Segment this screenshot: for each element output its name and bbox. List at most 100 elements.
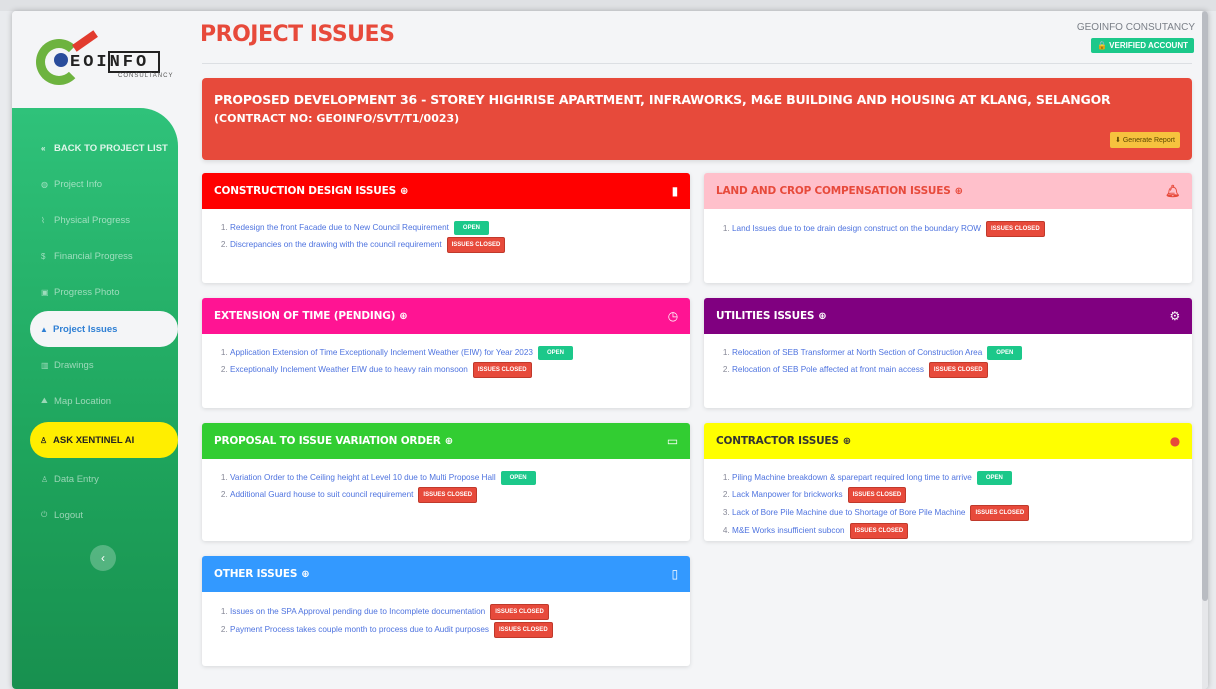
issue-item[interactable]: Land Issues due to toe drain design cons…	[732, 221, 1192, 237]
file-icon: ▯	[671, 567, 679, 581]
sidebar-item-ask-xentinel-ai[interactable]: ♙ ASK XENTINEL AI	[30, 422, 178, 458]
card-title: OTHER ISSUES	[214, 568, 298, 580]
issue-item[interactable]: Issues on the SPA Approval pending due t…	[230, 604, 690, 620]
issue-item[interactable]: Discrepancies on the drawing with the co…	[230, 237, 690, 253]
card-header[interactable]: EXTENSION OF TIME (PENDING) ⊕ ◷	[202, 298, 690, 334]
sidebar-item-physical-progress[interactable]: ⌇ Physical Progress	[12, 202, 178, 238]
status-badge-open: OPEN	[453, 221, 489, 235]
issue-list: Variation Order to the Ceiling height at…	[202, 459, 690, 503]
user-icon: ♙	[41, 474, 49, 484]
card-variation-order: PROPOSAL TO ISSUE VARIATION ORDER ⊕ ▭ Va…	[202, 423, 690, 541]
sidebar-item-label: Drawings	[54, 359, 94, 371]
issue-list: Piling Machine breakdown & sparepart req…	[704, 459, 1192, 539]
issue-item[interactable]: Relocation of SEB Transformer at North S…	[732, 346, 1192, 360]
issue-item[interactable]: Lack Manpower for brickworksISSUES CLOSE…	[732, 487, 1192, 503]
card-header[interactable]: OTHER ISSUES ⊕ ▯	[202, 556, 690, 592]
sidebar-collapse-button[interactable]: ‹	[90, 545, 116, 571]
project-title: PROPOSED DEVELOPMENT 36 - STOREY HIGHRIS…	[214, 92, 1111, 107]
image-icon: ▣	[41, 287, 49, 297]
generate-report-button[interactable]: ⬇ Generate Report	[1110, 132, 1180, 148]
status-badge-closed: ISSUES CLOSED	[418, 487, 478, 503]
sidebar-item-data-entry[interactable]: ♙ Data Entry	[12, 461, 178, 497]
card-utilities-issues: UTILITIES ISSUES ⊕ ⚙ Relocation of SEB T…	[704, 298, 1192, 408]
card-contractor-issues: CONTRACTOR ISSUES ⊕ ● Piling Machine bre…	[704, 423, 1192, 541]
card-title: CONTRACTOR ISSUES	[716, 435, 839, 447]
card-title: PROPOSAL TO ISSUE VARIATION ORDER	[214, 435, 441, 447]
status-badge-open: OPEN	[500, 471, 536, 485]
logo-globe	[54, 53, 68, 67]
project-banner: PROPOSED DEVELOPMENT 36 - STOREY HIGHRIS…	[202, 78, 1192, 160]
magnifier-icon: ⊕	[954, 185, 963, 197]
map-location-icon: ⛰	[41, 396, 48, 405]
map-icon: ▮	[671, 184, 679, 198]
card-header[interactable]: LAND AND CROP COMPENSATION ISSUES ⊕ 🔔︎	[704, 173, 1192, 209]
power-icon: ⏻	[41, 510, 48, 519]
warning-icon: ▲	[40, 324, 48, 334]
sidebar-item-progress-photo[interactable]: ▣ Progress Photo	[12, 274, 178, 310]
sidebar-item-label: Progress Photo	[54, 286, 120, 298]
sidebar-item-label: Project Info	[54, 178, 103, 190]
sidebar-item-drawings[interactable]: ▥ Drawings	[12, 347, 178, 383]
dollar-icon: $	[41, 251, 46, 261]
clock-icon: ◷	[667, 309, 678, 323]
card-other-issues: OTHER ISSUES ⊕ ▯ Issues on the SPA Appro…	[202, 556, 690, 666]
status-badge-closed: ISSUES CLOSED	[446, 237, 506, 253]
sidebar-item-label: Data Entry	[54, 473, 99, 485]
page-title: PROJECT ISSUES	[200, 22, 395, 47]
main-content: PROJECT ISSUES GEOINFO CONSUTANCY 🔒 VERI…	[178, 11, 1208, 689]
card-header[interactable]: CONSTRUCTION DESIGN ISSUES ⊕ ▮	[202, 173, 690, 209]
issue-item[interactable]: Payment Process takes couple month to pr…	[230, 622, 690, 638]
issue-item[interactable]: M&E Works insufficient subconISSUES CLOS…	[732, 523, 1192, 539]
status-badge-closed: ISSUES CLOSED	[472, 362, 532, 378]
angles-left-icon: «	[41, 143, 46, 153]
chart-line-icon: ⌇	[41, 215, 45, 225]
app-window: EOINFO CONSULTANCY « BACK TO PROJECT LIS…	[12, 11, 1208, 689]
card-construction-design-issues: CONSTRUCTION DESIGN ISSUES ⊕ ▮ Redesign …	[202, 173, 690, 283]
user-circle-icon: ●	[1169, 434, 1180, 448]
user-secret-icon: ♙	[40, 435, 48, 445]
status-badge-open: OPEN	[537, 346, 573, 360]
sidebar-item-map-location[interactable]: ⛰ Map Location	[12, 383, 178, 419]
issue-item[interactable]: Exceptionally Inclement Weather EIW due …	[230, 362, 690, 378]
sidebar-item-label: Financial Progress	[54, 250, 133, 262]
sidebar-item-label: Logout	[54, 509, 84, 521]
issue-list: Redesign the front Facade due to New Cou…	[202, 209, 690, 253]
magnifier-icon: ⊕	[444, 435, 453, 447]
card-header[interactable]: CONTRACTOR ISSUES ⊕ ●	[704, 423, 1192, 459]
card-header[interactable]: UTILITIES ISSUES ⊕ ⚙	[704, 298, 1192, 334]
chevron-left-icon: ‹	[101, 551, 105, 565]
issue-item[interactable]: Lack of Bore Pile Machine due to Shortag…	[732, 505, 1192, 521]
scrollbar-thumb[interactable]	[1202, 11, 1208, 601]
issue-item[interactable]: Variation Order to the Ceiling height at…	[230, 471, 690, 485]
sidebar-item-project-issues[interactable]: ▲ Project Issues	[30, 311, 178, 347]
sidebar-item-back-to-project-list[interactable]: « BACK TO PROJECT LIST	[12, 130, 178, 166]
contract-number: (CONTRACT NO: GEOINFO/SVT/T1/0023)	[214, 112, 460, 125]
status-badge-closed: ISSUES CLOSED	[985, 221, 1045, 237]
company-logo: EOINFO CONSULTANCY	[36, 30, 172, 91]
card-header[interactable]: PROPOSAL TO ISSUE VARIATION ORDER ⊕ ▭	[202, 423, 690, 459]
issue-list: Application Extension of Time Exceptiona…	[202, 334, 690, 378]
issue-item[interactable]: Application Extension of Time Exceptiona…	[230, 346, 690, 360]
sidebar-item-logout[interactable]: ⏻ Logout	[12, 497, 178, 533]
money-bill-icon: ▭	[666, 434, 678, 448]
info-icon: ◍	[41, 179, 48, 189]
issue-item[interactable]: Redesign the front Facade due to New Cou…	[230, 221, 690, 235]
sidebar-item-project-info[interactable]: ◍ Project Info	[12, 166, 178, 202]
magnifier-icon: ⊕	[399, 185, 409, 197]
sidebar-item-label: Project Issues	[53, 323, 118, 335]
sidebar-item-financial-progress[interactable]: $ Financial Progress	[12, 238, 178, 274]
issue-item[interactable]: Additional Guard house to suit council r…	[230, 487, 690, 503]
window-top-strip	[0, 0, 1216, 11]
sidebar: EOINFO CONSULTANCY « BACK TO PROJECT LIS…	[12, 11, 178, 689]
issue-item[interactable]: Piling Machine breakdown & sparepart req…	[732, 471, 1192, 485]
sidebar-item-label: Physical Progress	[54, 214, 131, 226]
logo-subtext: CONSULTANCY	[118, 73, 174, 79]
map-icon: ▥	[41, 360, 49, 370]
cogs-icon: ⚙	[1169, 309, 1180, 323]
status-badge-closed: ISSUES CLOSED	[490, 604, 549, 620]
issue-item[interactable]: Relocation of SEB Pole affected at front…	[732, 362, 1192, 378]
sidebar-item-label: ASK XENTINEL AI	[53, 434, 135, 446]
status-badge-closed: ISSUES CLOSED	[847, 487, 907, 503]
page-scrollbar[interactable]	[1202, 11, 1208, 689]
card-title: EXTENSION OF TIME (PENDING)	[214, 310, 396, 322]
